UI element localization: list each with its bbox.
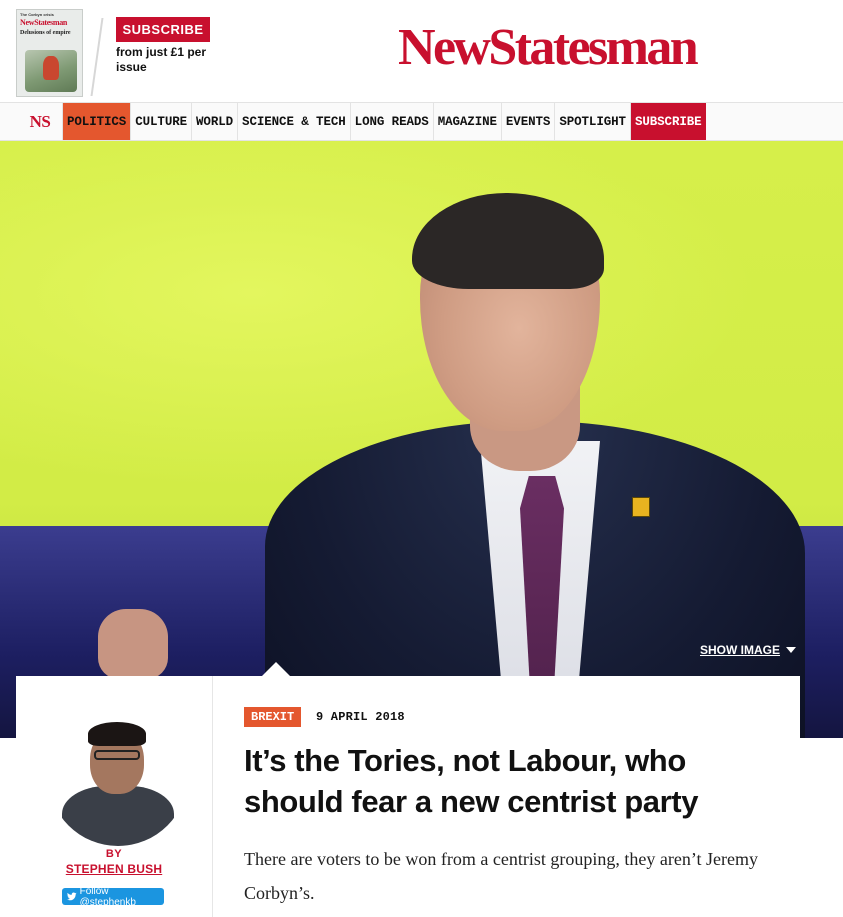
section-tag[interactable]: BREXIT bbox=[244, 707, 302, 727]
publish-date: 9 APRIL 2018 bbox=[316, 710, 405, 724]
author-avatar[interactable] bbox=[48, 706, 188, 846]
masthead: The Corbyn crisis NewStatesman Delusions… bbox=[0, 0, 843, 102]
cover-headline: Delusions of empire bbox=[20, 30, 71, 36]
hero-lapel-pin bbox=[632, 497, 650, 517]
nav-item-events[interactable]: EVENTS bbox=[502, 103, 556, 140]
show-image-label: SHOW IMAGE bbox=[700, 643, 780, 657]
article-headline: It’s the Tories, not Labour, who should … bbox=[244, 743, 699, 819]
cover-illustration bbox=[25, 50, 77, 92]
subscribe-button[interactable]: SUBSCRIBE bbox=[116, 17, 210, 42]
magazine-cover-thumbnail[interactable]: The Corbyn crisis NewStatesman Delusions… bbox=[16, 9, 83, 97]
nav-item-magazine[interactable]: MAGAZINE bbox=[434, 103, 502, 140]
nav-item-subscribe[interactable]: SUBSCRIBE bbox=[630, 103, 706, 140]
author-panel: BY STEPHEN BUSH Follow @stephenkb bbox=[16, 676, 213, 917]
nav-item-spotlight[interactable]: SPOTLIGHT bbox=[555, 103, 631, 140]
nav-item-culture[interactable]: CULTURE bbox=[131, 103, 193, 140]
byline-prefix: BY bbox=[105, 848, 123, 860]
subscribe-tagline[interactable]: from just £1 per issue bbox=[116, 45, 216, 75]
caret-down-icon bbox=[786, 647, 796, 653]
card-notch bbox=[262, 662, 290, 676]
cover-kicker: The Corbyn crisis bbox=[20, 12, 54, 17]
avatar-hair bbox=[88, 722, 146, 746]
author-name-link[interactable]: STEPHEN BUSH bbox=[16, 862, 212, 876]
avatar-body bbox=[62, 786, 174, 846]
show-image-toggle[interactable]: SHOW IMAGE bbox=[700, 640, 796, 660]
nav-item-long-reads[interactable]: LONG READS bbox=[351, 103, 434, 140]
article-body: BREXIT 9 APRIL 2018 It’s the Tories, not… bbox=[244, 676, 784, 917]
nav-items: POLITICS CULTURE WORLD SCIENCE & TECH LO… bbox=[63, 103, 706, 140]
masthead-divider bbox=[90, 18, 104, 96]
main-navigation: NS POLITICS CULTURE WORLD SCIENCE & TECH… bbox=[0, 102, 843, 141]
nav-item-science-tech[interactable]: SCIENCE & TECH bbox=[238, 103, 351, 140]
nav-home-logo[interactable]: NS bbox=[18, 103, 63, 140]
twitter-follow-label: Follow @stephenkb bbox=[79, 885, 136, 908]
twitter-follow-button[interactable]: Follow @stephenkb bbox=[62, 885, 164, 908]
nav-item-politics[interactable]: POLITICS bbox=[63, 103, 132, 140]
cover-logo: NewStatesman bbox=[20, 18, 68, 27]
hero-hand bbox=[98, 609, 168, 679]
article-standfirst: There are voters to be won from a centri… bbox=[244, 849, 758, 903]
article-card: BY STEPHEN BUSH Follow @stephenkb BREXIT… bbox=[16, 662, 800, 917]
site-logo[interactable]: NewStatesman bbox=[398, 18, 699, 78]
avatar-glasses bbox=[94, 750, 140, 760]
nav-item-world[interactable]: WORLD bbox=[192, 103, 239, 140]
twitter-bird-icon bbox=[67, 892, 77, 901]
hero-image: SHOW IMAGE bbox=[0, 141, 843, 738]
